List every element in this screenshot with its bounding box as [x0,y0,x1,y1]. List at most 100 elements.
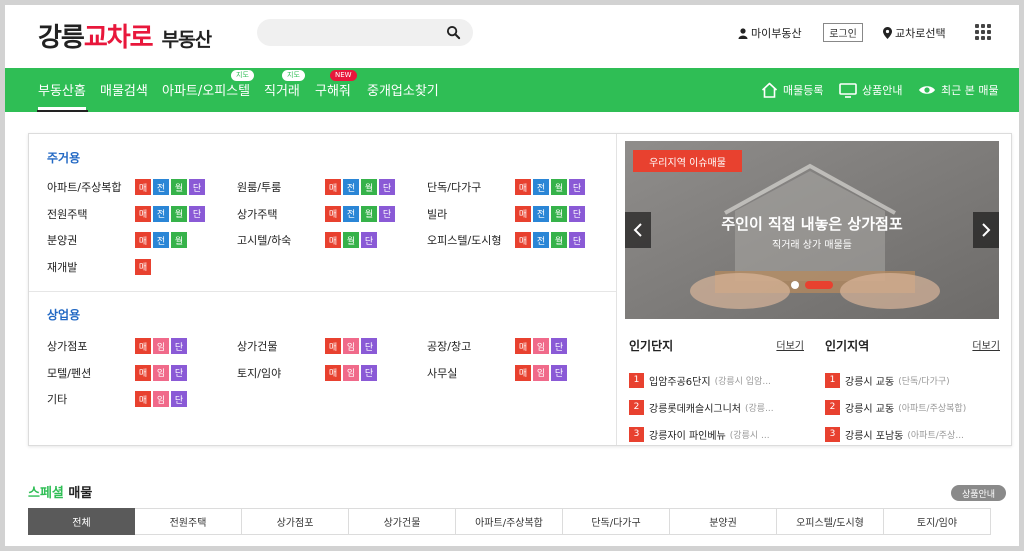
category-label[interactable]: 원룸/투룸 [237,179,325,195]
special-tab[interactable]: 전원주택 [135,508,242,535]
rank-item[interactable]: 1 입암주공6단지 (강릉시 입암... [629,372,804,388]
sale-tag[interactable]: 매 [135,232,151,248]
short-term-tag[interactable]: 단 [189,205,205,222]
monthly-tag[interactable]: 월 [551,179,567,195]
site-logo[interactable]: 강릉 교차로 부동산 [38,17,212,53]
sale-tag[interactable]: 매 [325,205,341,222]
short-term-tag[interactable]: 단 [189,179,205,195]
short-term-tag[interactable]: 단 [361,364,377,381]
jeonse-tag[interactable]: 전 [153,205,169,222]
monthly-tag[interactable]: 월 [171,205,187,222]
recent-viewed-link[interactable]: 최근 본 매물 [918,82,999,98]
short-term-tag[interactable]: 단 [379,179,395,195]
special-product-guide-button[interactable]: 상품안내 [951,485,1006,501]
monthly-tag[interactable]: 월 [551,232,567,248]
category-label[interactable]: 기타 [47,391,135,407]
special-tab[interactable]: 상가점포 [242,508,349,535]
banner-dot[interactable] [791,281,799,289]
category-label[interactable]: 상가주택 [237,206,325,222]
sale-tag[interactable]: 매 [515,205,531,222]
rank-item[interactable]: 2 강릉롯데캐슬시그니처 (강릉... [629,399,804,415]
popular-region-more[interactable]: 더보기 [972,337,1000,352]
sale-tag[interactable]: 매 [135,338,151,354]
category-label[interactable]: 아파트/주상복합 [47,179,135,195]
lease-tag[interactable]: 임 [343,338,359,354]
short-term-tag[interactable]: 단 [361,232,377,248]
rank-item[interactable]: 3 강릉자이 파인베뉴 (강릉시 ... [629,426,804,442]
special-tab[interactable]: 분양권 [670,508,777,535]
category-label[interactable]: 재개발 [47,259,135,275]
category-label[interactable]: 공장/창고 [427,338,515,354]
monthly-tag[interactable]: 월 [171,232,187,248]
nav-item-home[interactable]: 부동산홈 [38,80,86,110]
nav-item-search[interactable]: 매물검색 [100,80,148,99]
banner-next-button[interactable] [973,212,999,248]
short-term-tag[interactable]: 단 [569,232,585,248]
special-tab[interactable]: 토지/임야 [884,508,991,535]
jeonse-tag[interactable]: 전 [343,179,359,195]
sale-tag[interactable]: 매 [135,258,151,275]
special-tab[interactable]: 단독/다가구 [563,508,670,535]
all-menu-icon[interactable] [975,24,991,40]
sale-tag[interactable]: 매 [135,391,151,407]
sale-tag[interactable]: 매 [325,179,341,195]
short-term-tag[interactable]: 단 [551,364,567,381]
category-label[interactable]: 고시텔/하숙 [237,232,325,248]
monthly-tag[interactable]: 월 [361,179,377,195]
monthly-tag[interactable]: 월 [343,232,359,248]
special-tab[interactable]: 아파트/주상복합 [456,508,563,535]
region-select[interactable]: 교차로선택 [883,23,946,43]
category-label[interactable]: 사무실 [427,365,515,381]
search-input[interactable] [269,23,439,42]
jeonse-tag[interactable]: 전 [533,232,549,248]
short-term-tag[interactable]: 단 [551,338,567,354]
category-label[interactable]: 단독/다가구 [427,179,515,195]
category-label[interactable]: 상가점포 [47,338,135,354]
short-term-tag[interactable]: 단 [171,338,187,354]
lease-tag[interactable]: 임 [153,391,169,407]
special-tab[interactable]: 오피스텔/도시형 [777,508,884,535]
nav-item-request[interactable]: 구해줘 [315,80,351,99]
short-term-tag[interactable]: 단 [569,205,585,222]
monthly-tag[interactable]: 월 [361,205,377,222]
category-label[interactable]: 오피스텔/도시형 [427,232,515,248]
category-label[interactable]: 빌라 [427,206,515,222]
sale-tag[interactable]: 매 [135,205,151,222]
short-term-tag[interactable]: 단 [171,391,187,407]
monthly-tag[interactable]: 월 [171,179,187,195]
search-icon[interactable] [446,25,461,40]
jeonse-tag[interactable]: 전 [153,179,169,195]
mypage-link[interactable]: 마이부동산 [738,23,802,43]
nav-item-agency[interactable]: 중개업소찾기 [367,80,439,99]
jeonse-tag[interactable]: 전 [533,179,549,195]
lease-tag[interactable]: 임 [153,364,169,381]
special-tab[interactable]: 상가건물 [349,508,456,535]
category-label[interactable]: 전원주택 [47,206,135,222]
sale-tag[interactable]: 매 [325,232,341,248]
lease-tag[interactable]: 임 [533,364,549,381]
sale-tag[interactable]: 매 [135,179,151,195]
sale-tag[interactable]: 매 [515,338,531,354]
rank-item[interactable]: 3 강릉시 포남동 (아파트/주상... [825,426,1000,442]
rank-item[interactable]: 2 강릉시 교동 (아파트/주상복합) [825,399,1000,415]
special-tab[interactable]: 전체 [28,508,135,535]
nav-item-direct[interactable]: 직거래 [264,80,300,99]
jeonse-tag[interactable]: 전 [343,205,359,222]
short-term-tag[interactable]: 단 [379,205,395,222]
register-listing-link[interactable]: 매물등록 [761,82,823,98]
sale-tag[interactable]: 매 [135,364,151,381]
nav-item-apartment[interactable]: 아파트/오피스텔 [162,80,250,99]
short-term-tag[interactable]: 단 [171,364,187,381]
product-guide-link[interactable]: 상품안내 [839,82,902,98]
popular-complex-more[interactable]: 더보기 [776,337,804,352]
banner-dot-active[interactable] [805,281,833,289]
category-label[interactable]: 분양권 [47,232,135,248]
rank-item[interactable]: 1 강릉시 교동 (단독/다가구) [825,372,1000,388]
sale-tag[interactable]: 매 [325,364,341,381]
category-label[interactable]: 토지/임야 [237,365,325,381]
category-label[interactable]: 상가건물 [237,338,325,354]
sale-tag[interactable]: 매 [515,232,531,248]
jeonse-tag[interactable]: 전 [153,232,169,248]
login-button[interactable]: 로그인 [823,23,863,42]
sale-tag[interactable]: 매 [515,179,531,195]
